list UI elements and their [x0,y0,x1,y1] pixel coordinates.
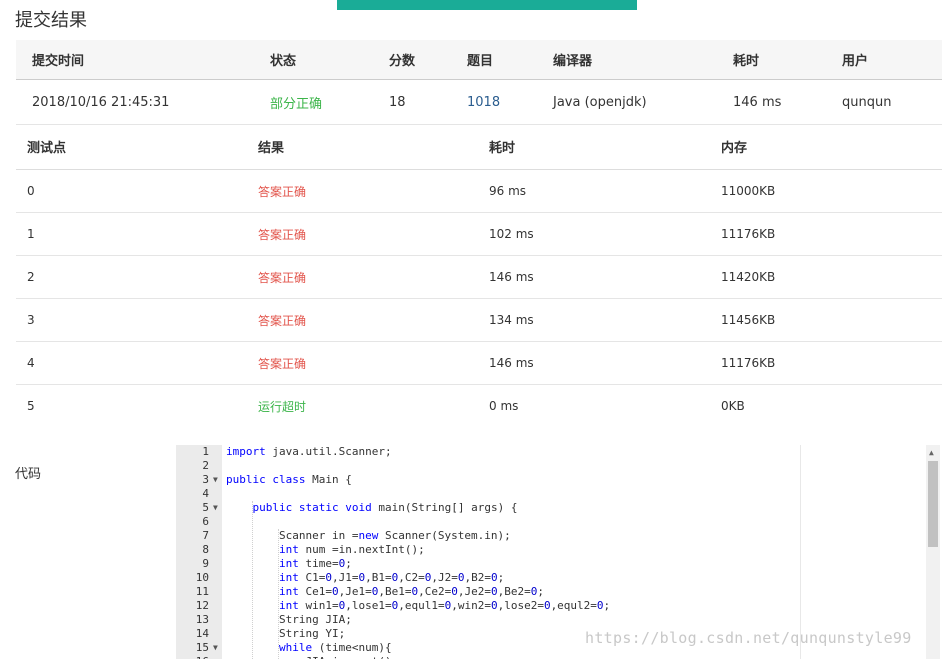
line-number: 3 [202,473,209,486]
line-number: 12 [195,599,209,612]
line-number: 1 [202,445,209,458]
indent-guide [252,501,253,659]
testcase-row: 2 答案正确 146 ms 11420KB [16,255,942,299]
top-accent-bar [337,0,637,10]
testcase-result: 答案正确 [258,212,489,256]
header-testcase: 测试点 [16,124,258,170]
testcase-id: 2 [16,255,258,299]
submission-row: 2018/10/16 21:45:31 部分正确 18 1018 Java (o… [16,79,942,125]
testcase-id: 0 [16,169,258,213]
submission-header-row: 提交时间 状态 分数 题目 编译器 耗时 用户 [16,40,942,80]
code-line: String YI; [226,627,346,640]
line-number: 14 [195,627,209,640]
code-line: int C1=0,J1=0,B1=0,C2=0,J2=0,B2=0; [278,571,505,584]
testcase-table: 测试点 结果 耗时 内存 0 答案正确 96 ms 11000KB 1 答案正确 102 m… [16,124,942,427]
header-score: 分数 [389,40,467,80]
testcase-result: 运行超时 [258,399,307,414]
testcase-time: 146 ms [489,341,721,385]
watermark: https://blog.csdn.net/qunqunstyle99 [585,629,912,647]
code-editor[interactable]: 123▼45▼6789101112131415▼16 import java.u… [176,445,940,659]
submission-user: qunqun [842,79,942,125]
submission-elapsed: 146 ms [733,79,842,125]
testcase-result: 答案正确 [258,341,489,385]
line-number: 16 [176,655,209,659]
testcase-body: 0 答案正确 96 ms 11000KB 1 答案正确 102 ms 11176KB 2 答案正确… [16,169,942,428]
code-line: int time=0; [278,557,352,570]
testcase-memory: 11000KB [721,169,942,213]
testcase-id: 1 [16,212,258,256]
header-case-time: 耗时 [489,124,721,170]
testcase-id: 5 [27,399,35,413]
testcase-memory: 11176KB [721,341,942,385]
line-number: 8 [202,543,209,556]
header-elapsed: 耗时 [733,40,842,80]
print-margin-line [800,445,801,659]
testcase-id: 3 [16,298,258,342]
submission-status: 部分正确 [270,79,389,125]
testcase-result: 答案正确 [258,169,489,213]
header-memory: 内存 [721,124,942,170]
header-submit-time: 提交时间 [16,40,270,80]
line-number: 5 [202,501,209,514]
code-line: int Ce1=0,Je1=0,Be1=0,Ce2=0,Je2=0,Be2=0; [278,585,544,598]
line-number: 10 [195,571,209,584]
code-line: int num =in.nextInt(); [278,543,425,556]
line-number-gutter: 123▼45▼6789101112131415▼16 [176,445,222,659]
header-status: 状态 [270,40,389,80]
code-line: import java.util.Scanner; [226,445,392,458]
scrollbar-thumb[interactable] [928,461,938,547]
testcase-header-row: 测试点 结果 耗时 内存 [16,124,942,170]
testcase-memory: 11176KB [721,212,942,256]
testcase-time: 146 ms [489,255,721,299]
code-line: int win1=0,lose1=0,equl1=0,win2=0,lose2=… [278,599,611,612]
testcase-memory: 11420KB [721,255,942,299]
page-title: 提交结果 [15,10,87,31]
vertical-scrollbar[interactable]: ▲ [926,445,940,659]
testcase-row: 1 答案正确 102 ms 11176KB [16,212,942,256]
code-label: 代码 [15,467,42,482]
problem-link[interactable]: 1018 [467,79,553,125]
code-line: while (time<num){ [278,641,392,654]
code-line: public class Main { [226,473,352,486]
header-problem: 题目 [467,40,553,80]
scroll-up-arrow-icon[interactable]: ▲ [929,448,934,457]
line-number: 2 [202,459,209,472]
testcase-result: 答案正确 [258,298,489,342]
header-compiler: 编译器 [553,40,733,80]
fold-toggle-icon[interactable]: ▼ [213,501,218,515]
submission-score: 18 [389,79,467,125]
testcase-row: 5 运行超时 0 ms 0KB [16,385,942,428]
code-text-area[interactable]: import java.util.Scanner; public class Ma… [222,445,926,659]
testcase-memory: 0KB [721,399,745,413]
line-number: 11 [195,585,209,598]
submission-table: 提交时间 状态 分数 题目 编译器 耗时 用户 2018/10/16 21:45… [16,40,942,125]
testcase-memory: 11456KB [721,298,942,342]
line-number: 4 [202,487,209,500]
line-number: 13 [195,613,209,626]
testcase-id: 4 [16,341,258,385]
testcase-time: 96 ms [489,169,721,213]
testcase-result: 答案正确 [258,255,489,299]
code-line: public static void main(String[] args) { [252,501,518,514]
testcase-row: 3 答案正确 134 ms 11456KB [16,298,942,342]
submission-time: 2018/10/16 21:45:31 [16,79,270,125]
line-number: 6 [202,515,209,528]
testcase-row: 4 答案正确 146 ms 11176KB [16,341,942,385]
line-number: 9 [202,557,209,570]
submission-compiler: Java (openjdk) [553,79,733,125]
header-user: 用户 [842,40,942,80]
fold-toggle-icon[interactable]: ▼ [213,641,218,655]
code-line: String JIA; [226,613,352,626]
testcase-row: 0 答案正确 96 ms 11000KB [16,169,942,213]
header-result: 结果 [258,124,489,170]
line-number: 7 [202,529,209,542]
testcase-time: 0 ms [489,399,519,413]
fold-toggle-icon[interactable]: ▼ [213,473,218,487]
line-number: 15 [195,641,209,654]
testcase-time: 134 ms [489,298,721,342]
code-line: Scanner in =new Scanner(System.in); [226,529,511,542]
testcase-time: 102 ms [489,212,721,256]
indent-guide [278,529,279,659]
